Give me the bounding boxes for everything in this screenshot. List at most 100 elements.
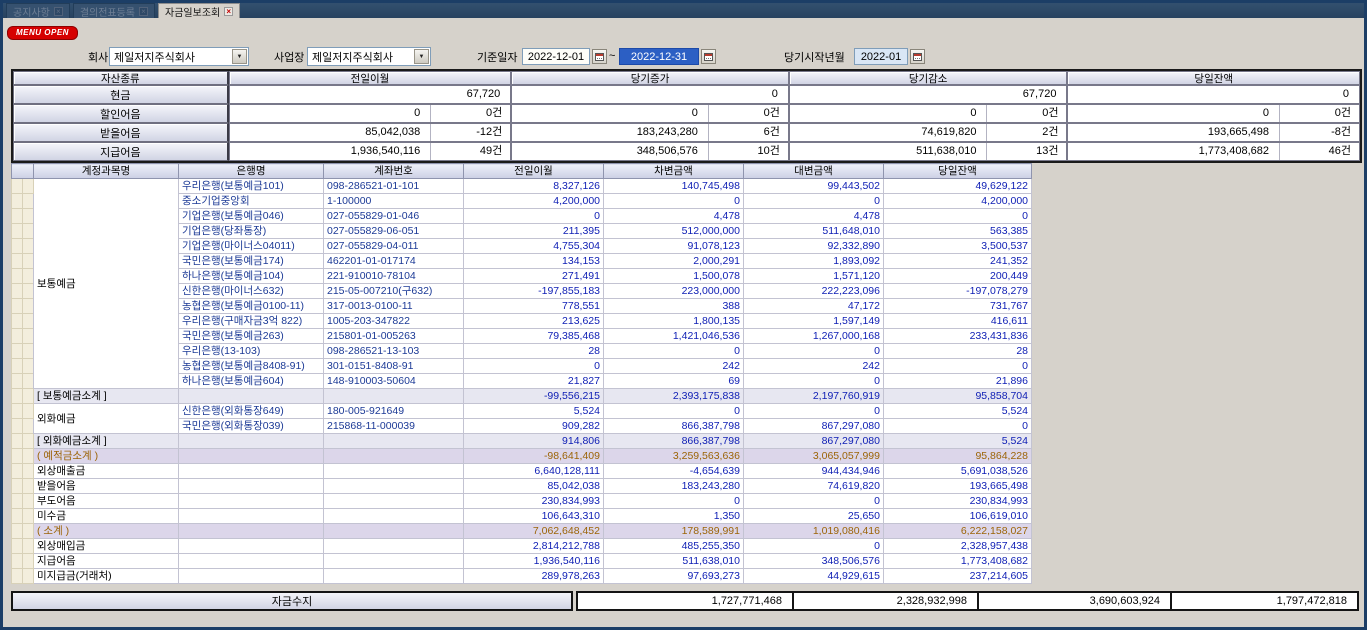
row-grip[interactable] <box>12 239 23 254</box>
row-grip[interactable] <box>12 404 23 419</box>
row-grip[interactable] <box>23 299 34 314</box>
tab-close-icon[interactable]: × <box>224 7 233 16</box>
row-grip[interactable] <box>12 254 23 269</box>
row-grip[interactable] <box>23 524 34 539</box>
row-grip[interactable] <box>12 374 23 389</box>
row-grip[interactable] <box>12 209 23 224</box>
row-grip[interactable] <box>23 224 34 239</box>
calendar-button[interactable] <box>592 49 607 64</box>
table-row[interactable]: 부도어음230,834,99300230,834,993 <box>12 494 1032 509</box>
row-grip[interactable] <box>23 464 34 479</box>
summary-row[interactable]: 할인어음00건00건00건00건 <box>13 104 1360 123</box>
table-row[interactable]: 받을어음85,042,038183,243,28074,619,820193,6… <box>12 479 1032 494</box>
row-grip[interactable] <box>23 284 34 299</box>
row-grip[interactable] <box>12 434 23 449</box>
main-col-header[interactable]: 계정과목명 <box>34 164 179 179</box>
row-grip[interactable] <box>12 389 23 404</box>
row-grip[interactable] <box>23 179 34 194</box>
row-grip[interactable] <box>12 494 23 509</box>
row-grip[interactable] <box>23 389 34 404</box>
row-grip[interactable] <box>12 524 23 539</box>
table-row[interactable]: 지급어음1,936,540,116511,638,010348,506,5761… <box>12 554 1032 569</box>
company-select[interactable]: 제일저지주식회사 ▼ <box>109 47 249 66</box>
table-row[interactable]: 외상매출금6,640,128,111-4,654,639944,434,9465… <box>12 464 1032 479</box>
row-grip[interactable] <box>23 269 34 284</box>
row-grip[interactable] <box>23 404 34 419</box>
row-grip[interactable] <box>12 539 23 554</box>
table-row[interactable]: [ 보통예금소계 ]-99,556,2152,393,175,8382,197,… <box>12 389 1032 404</box>
tab-fund-daily-report[interactable]: 자금일보조회 × <box>158 3 240 18</box>
main-col-header[interactable]: 차변금액 <box>604 164 744 179</box>
row-grip[interactable] <box>12 554 23 569</box>
row-grip[interactable] <box>12 449 23 464</box>
row-grip[interactable] <box>23 509 34 524</box>
table-row[interactable]: 보통예금우리은행(보통예금101)098-286521-01-1018,327,… <box>12 179 1032 194</box>
row-grip[interactable] <box>23 254 34 269</box>
row-grip[interactable] <box>23 449 34 464</box>
site-select[interactable]: 제일저지주식회사 ▼ <box>307 47 431 66</box>
row-grip[interactable] <box>23 329 34 344</box>
table-row[interactable]: ( 예적금소계 )-98,641,4093,259,563,6363,065,0… <box>12 449 1032 464</box>
row-grip[interactable] <box>12 314 23 329</box>
asset-type-cell[interactable]: 할인어음 <box>13 104 229 123</box>
row-grip[interactable] <box>23 569 34 584</box>
table-row[interactable]: 외상매입금2,814,212,788485,255,35002,328,957,… <box>12 539 1032 554</box>
row-grip[interactable] <box>23 314 34 329</box>
row-grip[interactable] <box>12 479 23 494</box>
row-grip[interactable] <box>12 194 23 209</box>
row-grip[interactable] <box>12 419 23 434</box>
table-row[interactable]: 미지급금(거래처)289,978,26397,693,27344,929,615… <box>12 569 1032 584</box>
row-grip[interactable] <box>23 239 34 254</box>
dropdown-arrow-icon[interactable]: ▼ <box>232 49 247 64</box>
row-grip[interactable] <box>23 359 34 374</box>
summary-row[interactable]: 지급어음1,936,540,11649건348,506,57610건511,63… <box>13 142 1360 161</box>
row-grip[interactable] <box>12 569 23 584</box>
tab-close-icon[interactable]: × <box>139 7 148 16</box>
row-grip[interactable] <box>23 209 34 224</box>
summary-col-header[interactable]: 당일잔액 <box>1067 71 1360 85</box>
period-start-input[interactable]: 2022-01 <box>854 48 908 65</box>
row-grip[interactable] <box>12 464 23 479</box>
table-row[interactable]: ( 소계 )7,062,648,452178,589,9911,019,080,… <box>12 524 1032 539</box>
main-col-header[interactable]: 당일잔액 <box>884 164 1032 179</box>
main-col-header[interactable]: 대변금액 <box>744 164 884 179</box>
table-row[interactable]: 미수금106,643,3101,35025,650106,619,010 <box>12 509 1032 524</box>
summary-col-header[interactable]: 전일이월 <box>229 71 512 85</box>
row-grip[interactable] <box>23 554 34 569</box>
date-from-input[interactable]: 2022-12-01 <box>522 48 590 65</box>
asset-type-cell[interactable]: 받을어음 <box>13 123 229 142</box>
row-grip[interactable] <box>12 179 23 194</box>
calendar-button[interactable] <box>910 49 925 64</box>
row-grip[interactable] <box>12 284 23 299</box>
menu-open-button[interactable]: MENU OPEN <box>7 26 78 40</box>
row-grip[interactable] <box>23 194 34 209</box>
row-grip[interactable] <box>12 269 23 284</box>
row-grip[interactable] <box>23 494 34 509</box>
row-grip[interactable] <box>12 509 23 524</box>
summary-col-header[interactable]: 자산종류 <box>13 71 229 85</box>
row-grip[interactable] <box>23 344 34 359</box>
tab-close-icon[interactable]: × <box>54 7 63 16</box>
tab-notice[interactable]: 공지사항 × <box>6 3 70 18</box>
summary-row[interactable]: 받을어음85,042,038-12건183,243,2806건74,619,82… <box>13 123 1360 142</box>
calendar-button[interactable] <box>701 49 716 64</box>
main-col-header[interactable]: 계좌번호 <box>324 164 464 179</box>
summary-col-header[interactable]: 당기감소 <box>789 71 1068 85</box>
date-to-input[interactable]: 2022-12-31 <box>619 48 699 65</box>
dropdown-arrow-icon[interactable]: ▼ <box>414 49 429 64</box>
main-col-header[interactable]: 전일이월 <box>464 164 604 179</box>
asset-type-cell[interactable]: 현금 <box>13 85 229 104</box>
row-grip[interactable] <box>23 374 34 389</box>
row-grip[interactable] <box>12 329 23 344</box>
table-row[interactable]: [ 외화예금소계 ]914,806866,387,798867,297,0805… <box>12 434 1032 449</box>
row-grip[interactable] <box>12 359 23 374</box>
row-grip[interactable] <box>23 479 34 494</box>
tab-voucher-entry[interactable]: 결의전표등록 × <box>73 3 155 18</box>
row-grip[interactable] <box>23 419 34 434</box>
table-row[interactable]: 외화예금신한은행(외화통장649)180-005-9216495,524005,… <box>12 404 1032 419</box>
asset-type-cell[interactable]: 지급어음 <box>13 142 229 161</box>
row-grip[interactable] <box>23 539 34 554</box>
row-grip[interactable] <box>12 344 23 359</box>
summary-row[interactable]: 현금67,720067,7200 <box>13 85 1360 104</box>
main-col-header[interactable]: 은행명 <box>179 164 324 179</box>
